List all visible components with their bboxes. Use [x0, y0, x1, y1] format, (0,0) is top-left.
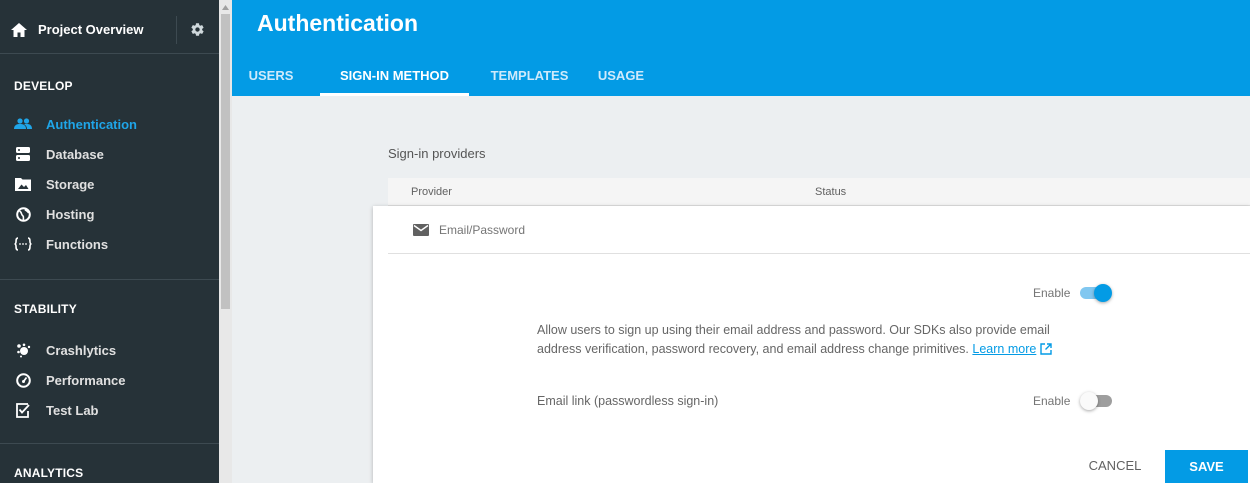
- section-analytics: ANALYTICS: [14, 466, 84, 480]
- sidebar-item-database[interactable]: Database: [14, 143, 104, 165]
- external-link-icon[interactable]: [1040, 342, 1053, 361]
- divider: [0, 279, 219, 280]
- project-overview-bar: Project Overview: [0, 6, 219, 54]
- globe-icon: [14, 206, 32, 222]
- save-button[interactable]: SAVE: [1165, 450, 1248, 483]
- sidebar-item-label: Storage: [46, 176, 95, 192]
- cancel-button[interactable]: CANCEL: [1075, 447, 1155, 483]
- gear-icon[interactable]: [189, 22, 205, 38]
- enable-label: Enable: [1033, 286, 1071, 300]
- image-icon: [14, 176, 32, 192]
- provider-name: Email/Password: [439, 222, 526, 237]
- section-stability: STABILITY: [14, 302, 77, 316]
- people-icon: [14, 116, 32, 132]
- email-link-label: Email link (passwordless sign-in): [537, 394, 719, 408]
- envelope-icon: [413, 223, 430, 236]
- email-link-toggle[interactable]: [1080, 391, 1114, 411]
- section-develop: DEVELOP: [14, 79, 73, 93]
- provider-description: Allow users to sign up using their email…: [537, 321, 1097, 361]
- sidebar-item-label: Hosting: [46, 206, 95, 222]
- toggle-knob: [1094, 284, 1112, 302]
- column-header-provider: Provider: [411, 186, 452, 198]
- project-overview-link[interactable]: Project Overview: [38, 22, 176, 37]
- learn-more-link[interactable]: Learn more: [972, 342, 1036, 356]
- sidebar-item-hosting[interactable]: Hosting: [14, 203, 94, 225]
- sidebar-item-test-lab[interactable]: Test Lab: [14, 399, 99, 421]
- sidebar-item-functions[interactable]: Functions: [14, 233, 108, 255]
- checklist-icon: [14, 402, 32, 418]
- tab-users[interactable]: USERS: [246, 62, 296, 96]
- email-link-enable-label: Enable: [1033, 394, 1071, 408]
- speedometer-icon: [14, 372, 32, 388]
- home-icon[interactable]: [10, 21, 28, 39]
- tab-usage[interactable]: USAGE: [596, 62, 646, 96]
- enable-toggle[interactable]: [1078, 283, 1112, 303]
- sidebar-item-label: Functions: [46, 236, 109, 252]
- tab-templates[interactable]: TEMPLATES: [487, 62, 572, 96]
- main-content: Sign-in providers Provider Status Email/…: [232, 96, 1250, 483]
- provider-row: Email/Password: [388, 206, 1250, 254]
- sidebar-item-label: Crashlytics: [46, 342, 117, 358]
- providers-table-header: Provider Status: [388, 178, 1250, 206]
- sidebar-item-crashlytics[interactable]: Crashlytics: [14, 339, 116, 361]
- divider: [176, 15, 177, 44]
- provider-edit-card: Email/Password Enable Allow users to sig…: [373, 206, 1250, 483]
- scroll-up-arrow-icon[interactable]: [221, 3, 230, 11]
- toggle-knob: [1080, 392, 1098, 410]
- database-icon: [14, 146, 32, 162]
- scrollbar-thumb[interactable]: [221, 14, 230, 309]
- column-header-status: Status: [815, 186, 847, 198]
- page-title: Authentication: [257, 10, 418, 36]
- sidebar-item-performance[interactable]: Performance: [14, 369, 125, 391]
- sidebar-item-label: Test Lab: [46, 402, 99, 418]
- sidebar-item-label: Performance: [46, 372, 126, 388]
- sidebar-item-label: Database: [46, 146, 104, 162]
- crashlytics-icon: [14, 342, 32, 358]
- sidebar-item-storage[interactable]: Storage: [14, 173, 94, 195]
- page-header: Authentication USERS SIGN-IN METHOD TEMP…: [232, 0, 1250, 96]
- sidebar: Project Overview DEVELOP Authentication …: [0, 0, 219, 483]
- section-label: Sign-in providers: [388, 146, 486, 161]
- tab-label: SIGN-IN METHOD: [339, 68, 450, 83]
- sidebar-item-label: Authentication: [46, 116, 137, 132]
- sidebar-item-authentication[interactable]: Authentication: [14, 113, 137, 135]
- divider: [0, 443, 219, 444]
- tab-sign-in-method[interactable]: SIGN-IN METHOD: [320, 62, 469, 96]
- functions-icon: [14, 236, 32, 252]
